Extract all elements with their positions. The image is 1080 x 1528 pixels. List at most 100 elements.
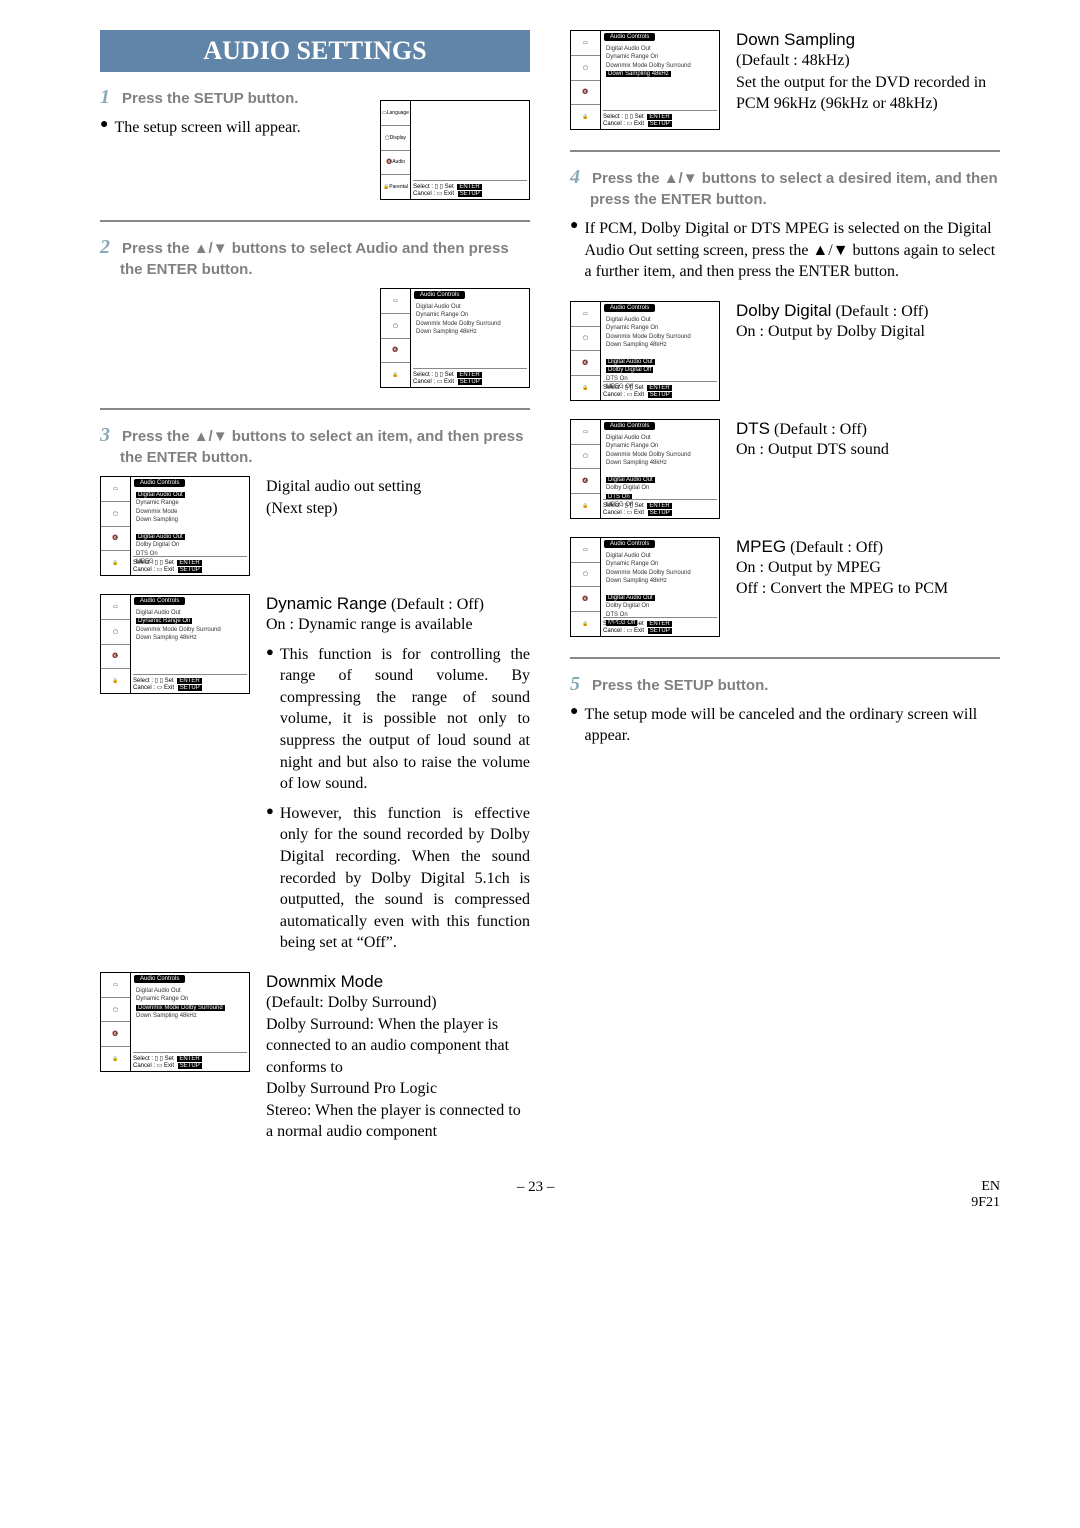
- dynamic-range-sub: On : Dynamic range is available: [266, 614, 530, 636]
- page-title: AUDIO SETTINGS: [100, 30, 530, 72]
- sidebar-display-icon: ▢: [101, 998, 130, 1023]
- step-text-1: Press the SETUP button.: [122, 90, 298, 107]
- thumb-footer: Select : ▯ ▯ Set ENTER Cancel : ▭ Exit S…: [413, 180, 527, 197]
- sidebar-audio-icon: 🔇: [101, 527, 130, 552]
- sidebar-parental-icon: 🔒: [381, 363, 410, 387]
- sidebar-language-icon: ▭: [571, 538, 600, 563]
- bullet-dot-icon: ●: [100, 117, 108, 133]
- osd-thumb-downmix: ▭ ▢ 🔇 🔒 Audio Controls Digital Audio Out…: [100, 972, 250, 1072]
- dts-sub: On : Output DTS sound: [736, 439, 1000, 461]
- divider: [100, 408, 530, 410]
- osd-thumb-down-sampling: ▭ ▢ 🔇 🔒 Audio Controls Digital Audio Out…: [570, 30, 720, 130]
- sidebar-language-icon: ▭: [571, 420, 600, 445]
- dynamic-range-heading: Dynamic Range (Default : Off): [266, 594, 530, 614]
- step-num-5: 5: [570, 673, 580, 695]
- step-2: 2 Press the ▲/▼ buttons to select Audio …: [100, 236, 530, 280]
- sidebar-language-icon: ▭: [101, 595, 130, 620]
- sidebar-display-icon: ▢: [571, 327, 600, 352]
- bullet-text-1: The setup screen will appear.: [114, 117, 300, 139]
- sidebar-audio-icon: 🔇: [101, 1022, 130, 1047]
- sidebar-display-icon: ▢Display: [381, 126, 410, 151]
- osd-thumb-dts: ▭ ▢ 🔇 🔒 Audio Controls Digital Audio Out…: [570, 419, 720, 519]
- step-text-4: Press the ▲/▼ buttons to select a desire…: [590, 170, 998, 208]
- sidebar-language-icon: ▭: [101, 973, 130, 998]
- sidebar-parental-icon: 🔒: [571, 376, 600, 400]
- downmix-heading: Downmix Mode: [266, 972, 530, 992]
- sidebar-display-icon: ▢: [381, 314, 410, 339]
- bullet-dot-icon: ●: [570, 704, 578, 720]
- bullet-4: ● If PCM, Dolby Digital or DTS MPEG is s…: [570, 218, 1000, 283]
- sidebar-display-icon: ▢: [101, 502, 130, 527]
- step-3: 3 Press the ▲/▼ buttons to select an ite…: [100, 424, 530, 468]
- sidebar-audio-icon: 🔇: [381, 339, 410, 364]
- page-number: – 23 –: [517, 1179, 555, 1211]
- sidebar-parental-icon: 🔒: [571, 494, 600, 518]
- step-5: 5 Press the SETUP button.: [570, 673, 1000, 696]
- sidebar-parental-icon: 🔒: [571, 105, 600, 129]
- footer-code: 9F21: [971, 1195, 1000, 1211]
- sidebar-audio-icon: 🔇: [571, 587, 600, 612]
- sidebar-parental-icon: 🔒: [571, 612, 600, 636]
- step-1: 1 Press the SETUP button.: [100, 86, 370, 109]
- sidebar-parental-icon: 🔒: [101, 1047, 130, 1071]
- osd-thumb-dynamic-range: ▭ ▢ 🔇 🔒 Audio Controls Digital Audio Out…: [100, 594, 250, 694]
- thumb-sidebar: ▭Language ▢Display 🔇Audio 🔒Parental: [381, 101, 411, 199]
- osd-thumb-mpeg: ▭ ▢ 🔇 🔒 Audio Controls Digital Audio Out…: [570, 537, 720, 637]
- sidebar-audio-icon: 🔇: [101, 645, 130, 670]
- step-text-5: Press the SETUP button.: [592, 677, 768, 694]
- page-footer: – 23 – EN 9F21: [100, 1179, 1000, 1211]
- digital-out-title: Digital audio out setting: [266, 476, 530, 498]
- dolby-heading: Dolby Digital (Default : Off): [736, 301, 1000, 321]
- downmix-body: (Default: Dolby Surround) Dolby Surround…: [266, 992, 530, 1143]
- sidebar-language-icon: ▭Language: [381, 101, 410, 126]
- thumb-lines: Digital Audio Out Dynamic Range On Downm…: [416, 303, 501, 337]
- down-sampling-body: Set the output for the DVD recorded in P…: [736, 72, 1000, 115]
- osd-thumb-digital-out: ▭ ▢ 🔇 🔒 Audio Controls Digital Audio Out…: [100, 476, 250, 576]
- sidebar-audio-icon: 🔇Audio: [381, 151, 410, 176]
- sidebar-language-icon: ▭: [571, 302, 600, 327]
- sidebar-display-icon: ▢: [571, 56, 600, 81]
- step-4: 4 Press the ▲/▼ buttons to select a desi…: [570, 166, 1000, 210]
- divider: [570, 657, 1000, 659]
- sidebar-audio-icon: 🔇: [571, 469, 600, 494]
- mpeg-sub-2: Off : Convert the MPEG to PCM: [736, 578, 1000, 600]
- bullet-dot-icon: ●: [266, 644, 274, 660]
- sidebar-language-icon: ▭: [101, 477, 130, 502]
- sidebar-audio-icon: 🔇: [571, 351, 600, 376]
- sidebar-display-icon: ▢: [571, 445, 600, 470]
- dolby-sub: On : Output by Dolby Digital: [736, 321, 1000, 343]
- digital-out-note: (Next step): [266, 498, 530, 520]
- sidebar-parental-icon: 🔒Parental: [381, 175, 410, 199]
- osd-thumb-audio-controls: ▭ ▢ 🔇 🔒 Audio Controls Digital Audio Out…: [380, 288, 530, 388]
- down-sampling-heading: Down Sampling: [736, 30, 1000, 50]
- bullet-1: ● The setup screen will appear.: [100, 117, 370, 139]
- bullet-dot-icon: ●: [266, 803, 274, 819]
- dynamic-range-bullet-2: ● However, this function is effective on…: [266, 803, 530, 954]
- step-num-1: 1: [100, 86, 110, 108]
- footer-en: EN: [971, 1179, 1000, 1195]
- dynamic-range-bullet-1: ● This function is for controlling the r…: [266, 644, 530, 795]
- bullet-5: ● The setup mode will be canceled and th…: [570, 704, 1000, 747]
- sidebar-language-icon: ▭: [571, 31, 600, 56]
- osd-thumb-dolby: ▭ ▢ 🔇 🔒 Audio Controls Digital Audio Out…: [570, 301, 720, 401]
- thumb-header: Audio Controls: [414, 291, 465, 299]
- sidebar-audio-icon: 🔇: [571, 81, 600, 106]
- mpeg-sub-1: On : Output by MPEG: [736, 557, 1000, 579]
- mpeg-heading: MPEG (Default : Off): [736, 537, 1000, 557]
- divider: [100, 220, 530, 222]
- step-text-2: Press the ▲/▼ buttons to select Audio an…: [120, 240, 509, 278]
- down-sampling-default: (Default : 48kHz): [736, 50, 1000, 72]
- sidebar-parental-icon: 🔒: [101, 669, 130, 693]
- dts-heading: DTS (Default : Off): [736, 419, 1000, 439]
- step-num-2: 2: [100, 236, 110, 258]
- divider: [570, 150, 1000, 152]
- sidebar-display-icon: ▢: [571, 563, 600, 588]
- sidebar-parental-icon: 🔒: [101, 551, 130, 575]
- step-num-3: 3: [100, 424, 110, 446]
- step-num-4: 4: [570, 166, 580, 188]
- bullet-dot-icon: ●: [570, 218, 578, 234]
- sidebar-language-icon: ▭: [381, 289, 410, 314]
- sidebar-display-icon: ▢: [101, 620, 130, 645]
- step-text-3: Press the ▲/▼ buttons to select an item,…: [120, 428, 523, 466]
- osd-thumb-setup: ▭Language ▢Display 🔇Audio 🔒Parental Sele…: [380, 100, 530, 200]
